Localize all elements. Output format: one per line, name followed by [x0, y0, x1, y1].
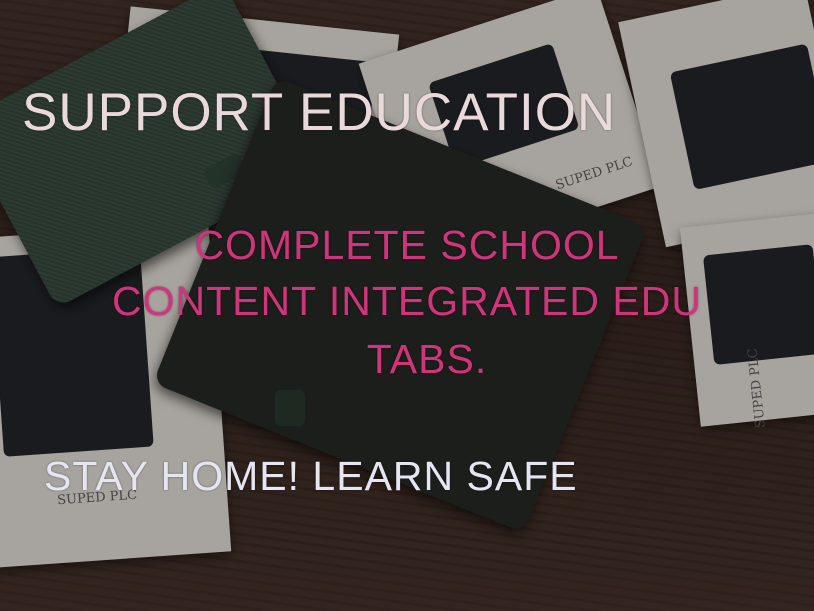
middle-line-2: CONTENT INTEGRATED EDU	[112, 278, 702, 324]
photo-scene: SUPED PLC SUPED PLC SUPED PLC SUPED PLC …	[0, 0, 814, 611]
middle-line-1: COMPLETE SCHOOL	[194, 222, 620, 268]
headline-text: SUPPORT EDUCATION	[22, 83, 617, 142]
bottom-slogan: STAY HOME! LEARN SAFE	[44, 453, 578, 499]
middle-line-3: TABS.	[366, 336, 488, 382]
